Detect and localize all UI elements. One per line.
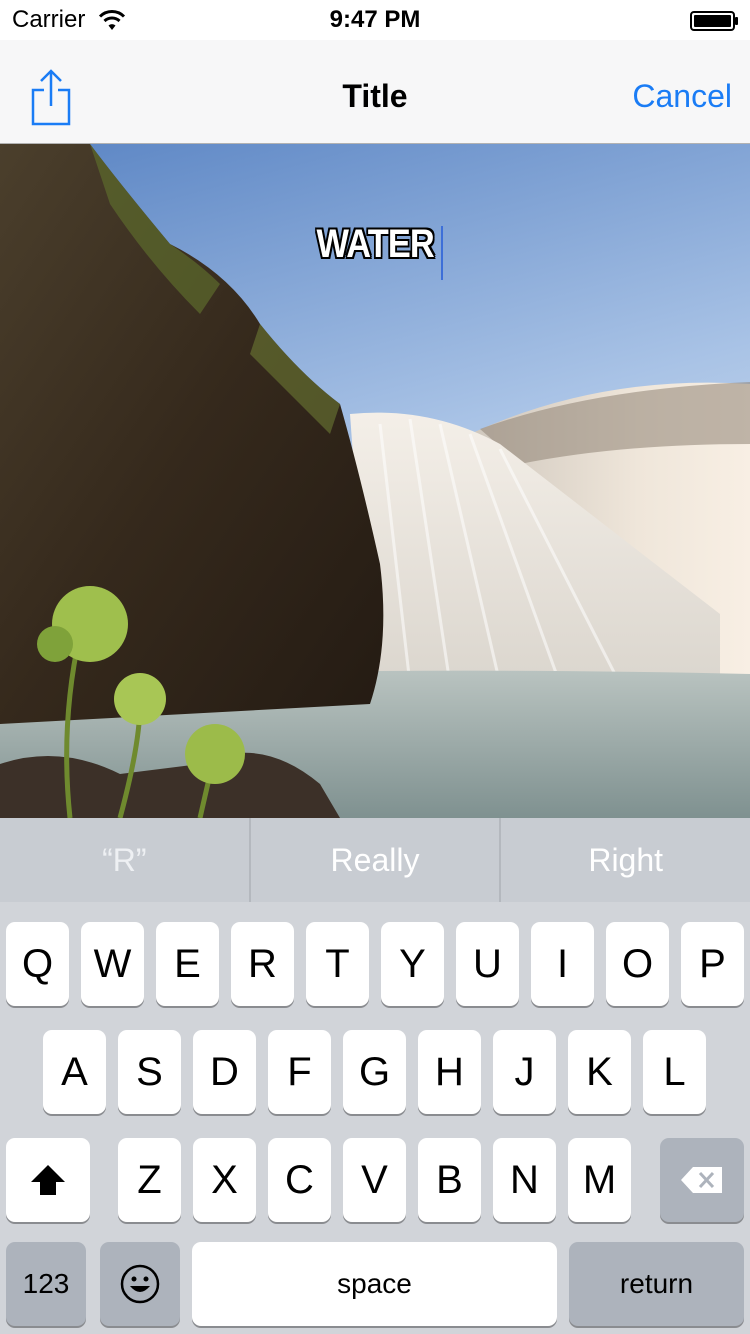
navigation-bar: Title Cancel	[0, 40, 750, 144]
key-q[interactable]: Q	[6, 922, 69, 1006]
keyboard: Q W E R T Y U I O P A S D F G H J K L Z …	[0, 902, 750, 1334]
status-bar: Carrier 9:47 PM	[0, 0, 750, 40]
key-w[interactable]: W	[81, 922, 144, 1006]
key-v[interactable]: V	[343, 1138, 406, 1222]
key-a[interactable]: A	[43, 1030, 106, 1114]
caption-editor[interactable]: WATER	[0, 222, 750, 280]
shift-button[interactable]	[6, 1138, 90, 1222]
suggestion-item[interactable]: “R”	[0, 818, 249, 902]
caption-text[interactable]: WATER	[316, 222, 434, 267]
key-t[interactable]: T	[306, 922, 369, 1006]
predictive-suggestions-bar: “R” Really Right	[0, 818, 750, 902]
text-cursor	[441, 225, 444, 280]
key-p[interactable]: P	[681, 922, 744, 1006]
return-key[interactable]: return	[569, 1242, 744, 1326]
numbers-key[interactable]: 123	[6, 1242, 86, 1326]
key-k[interactable]: K	[568, 1030, 631, 1114]
key-e[interactable]: E	[156, 922, 219, 1006]
key-f[interactable]: F	[268, 1030, 331, 1114]
cancel-button[interactable]: Cancel	[632, 78, 732, 115]
delete-icon	[681, 1167, 722, 1193]
key-d[interactable]: D	[193, 1030, 256, 1114]
key-l[interactable]: L	[643, 1030, 706, 1114]
emoji-button[interactable]	[100, 1242, 180, 1326]
key-n[interactable]: N	[493, 1138, 556, 1222]
key-y[interactable]: Y	[381, 922, 444, 1006]
key-c[interactable]: C	[268, 1138, 331, 1222]
waterfall-photo[interactable]: WATER	[0, 144, 750, 818]
delete-button[interactable]	[660, 1138, 744, 1222]
suggestion-item[interactable]: Right	[499, 818, 750, 902]
key-x[interactable]: X	[193, 1138, 256, 1222]
key-r[interactable]: R	[231, 922, 294, 1006]
key-b[interactable]: B	[418, 1138, 481, 1222]
emoji-icon	[120, 1264, 160, 1304]
key-i[interactable]: I	[531, 922, 594, 1006]
key-h[interactable]: H	[418, 1030, 481, 1114]
key-s[interactable]: S	[118, 1030, 181, 1114]
key-g[interactable]: G	[343, 1030, 406, 1114]
space-key[interactable]: space	[192, 1242, 557, 1326]
key-j[interactable]: J	[493, 1030, 556, 1114]
suggestion-item[interactable]: Really	[248, 818, 500, 902]
key-o[interactable]: O	[606, 922, 669, 1006]
shift-icon	[31, 1165, 65, 1195]
status-time: 9:47 PM	[329, 6, 421, 33]
battery-icon	[690, 11, 738, 31]
key-u[interactable]: U	[456, 922, 519, 1006]
key-m[interactable]: M	[568, 1138, 631, 1222]
key-z[interactable]: Z	[118, 1138, 181, 1222]
